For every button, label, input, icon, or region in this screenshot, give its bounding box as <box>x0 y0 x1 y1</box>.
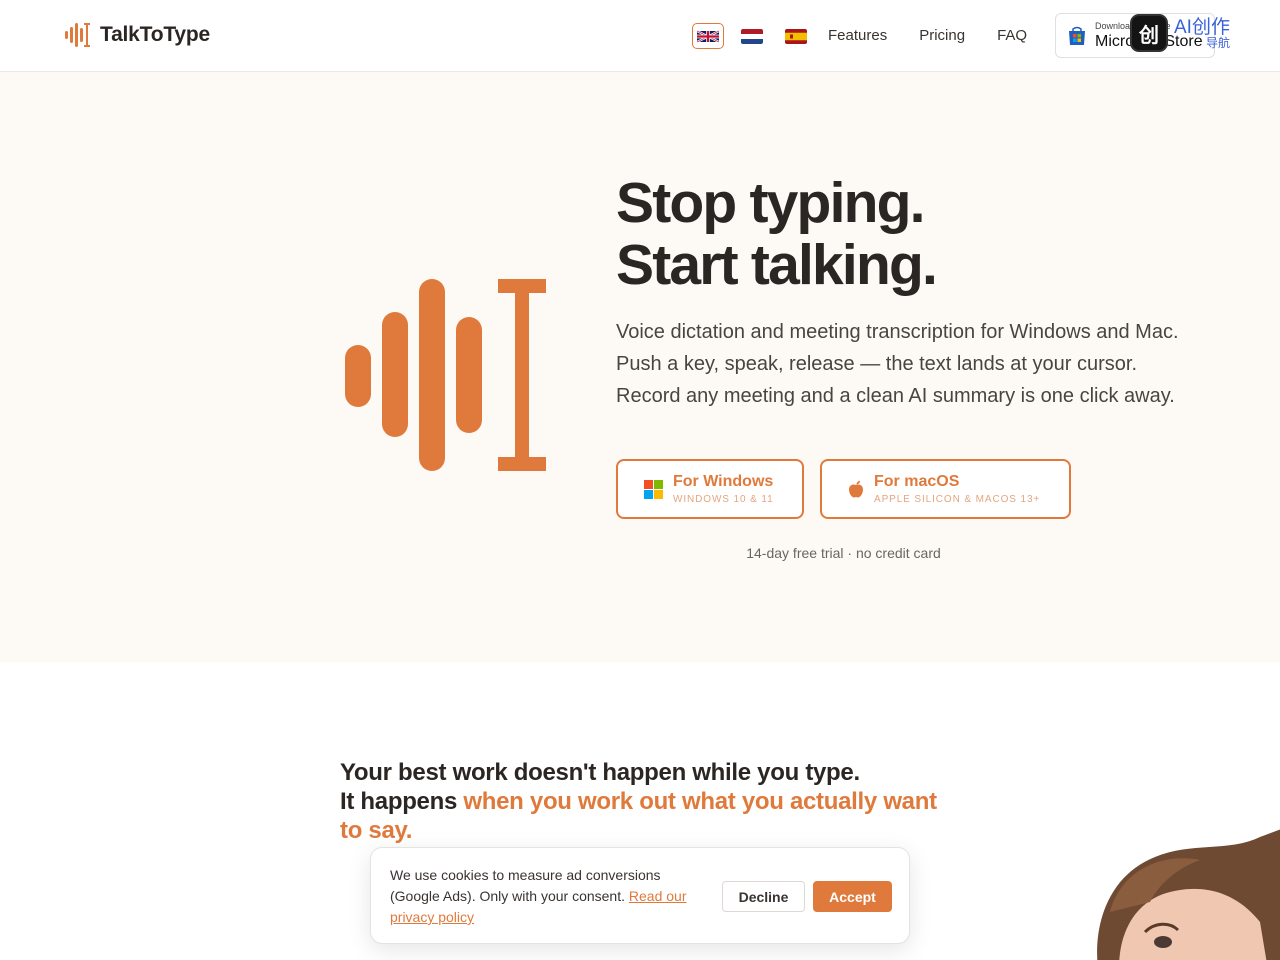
ai-badge-title: AI创作 <box>1174 16 1230 38</box>
hero-subtitle-line: Voice dictation and meeting transcriptio… <box>616 321 1179 343</box>
ai-badge-sub: 导航 <box>1205 35 1230 50</box>
uk-flag-icon <box>697 29 719 43</box>
language-option-es[interactable] <box>780 23 812 49</box>
decline-cookies-button[interactable]: Decline <box>722 881 805 912</box>
logo-waveform-icon <box>65 23 90 47</box>
language-switcher <box>692 23 812 49</box>
windows-logo-icon <box>644 479 663 499</box>
nav-link-faq[interactable]: FAQ <box>997 27 1027 44</box>
cookie-consent-banner: We use cookies to measure ad conversions… <box>370 847 910 944</box>
logo-text: TalkToType <box>100 23 211 46</box>
benefits-title: Your best work doesn't happen while you … <box>340 758 940 845</box>
ai-nav-overlay-badge[interactable]: 创 AI创作 导航 <box>1130 14 1230 52</box>
nav-link-features[interactable]: Features <box>828 27 887 44</box>
hero-title-line-2: Start talking. <box>616 233 938 297</box>
nav-link-pricing[interactable]: Pricing <box>919 27 965 44</box>
language-option-en[interactable] <box>692 23 724 49</box>
apple-logo-icon <box>849 480 863 498</box>
spain-flag-icon <box>785 28 807 44</box>
cookie-message: We use cookies to measure ad conversions… <box>390 867 661 904</box>
accept-cookies-button[interactable]: Accept <box>813 881 892 912</box>
windows-button-sub: WINDOWS 10 & 11 <box>673 494 774 505</box>
ai-creation-icon: 创 <box>1130 14 1168 52</box>
macos-button-label: For macOS <box>874 473 960 490</box>
hero-subtitle-line: Push a key, speak, release — the text la… <box>616 353 1138 375</box>
benefits-title-line-1: Your best work doesn't happen while you … <box>340 759 860 786</box>
windows-button-label: For Windows <box>673 473 774 490</box>
hero-section: Stop typing. Start talking. Voice dictat… <box>0 72 1280 662</box>
netherlands-flag-icon <box>741 28 763 44</box>
microsoft-store-bag-icon <box>1069 26 1085 45</box>
benefits-title-line-2: It happens <box>340 788 464 815</box>
download-macos-button[interactable]: For macOS APPLE SILICON & MACOS 13+ <box>820 459 1071 519</box>
logo[interactable]: TalkToType <box>64 22 210 48</box>
site-header: TalkToType Features Pricing FAQ Download… <box>0 0 1280 72</box>
person-portrait-image <box>1097 829 1280 960</box>
free-trial-note: 14-day free trial · no credit card <box>746 545 941 561</box>
download-windows-button[interactable]: For Windows WINDOWS 10 & 11 <box>616 459 804 519</box>
hero-subtitle-line: Record any meeting and a clean AI summar… <box>616 385 1175 407</box>
hero-title-line-1: Stop typing. <box>616 171 925 235</box>
language-option-nl[interactable] <box>736 23 768 49</box>
hero-subtitle: Voice dictation and meeting transcriptio… <box>616 316 1256 412</box>
main-nav: Features Pricing FAQ <box>828 27 1027 44</box>
cookie-consent-text: We use cookies to measure ad conversions… <box>390 865 710 928</box>
hero-title: Stop typing. Start talking. <box>616 171 938 297</box>
waveform-cursor-illustration <box>345 279 546 471</box>
macos-button-sub: APPLE SILICON & MACOS 13+ <box>874 494 1041 505</box>
